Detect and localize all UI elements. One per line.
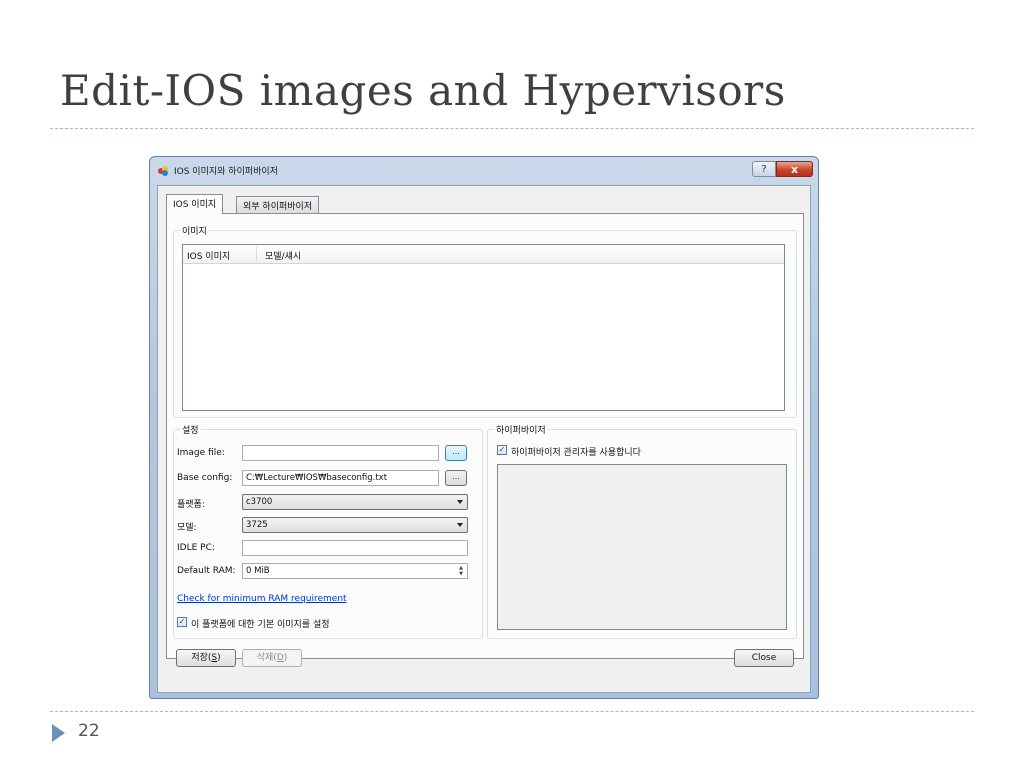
column-divider[interactable]	[256, 246, 257, 262]
base-config-input[interactable]: C:₩Lecture₩IOS₩baseconfig.txt	[242, 470, 439, 486]
help-button[interactable]: ?	[752, 161, 776, 177]
default-image-checkbox[interactable]: ✓	[177, 617, 187, 627]
spin-down-icon[interactable]: ▼	[456, 571, 466, 577]
image-file-browse-button[interactable]: ...	[445, 445, 467, 461]
image-file-label: Image file:	[177, 448, 225, 458]
close-button[interactable]: Close	[734, 649, 794, 667]
chevron-down-icon	[457, 523, 463, 527]
default-image-checkbox-label[interactable]: 이 플랫폼에 대한 기본 이미지를 설정	[191, 617, 330, 630]
title-bar[interactable]: IOS 이미지와 하이퍼바이저 ? x	[150, 157, 818, 183]
settings-group: 설정 Image file: ... Base config: C:₩Lectu…	[173, 423, 483, 639]
platform-value: c3700	[246, 497, 273, 507]
ios-hypervisor-dialog: IOS 이미지와 하이퍼바이저 ? x IOS 이미지 외부 하이퍼바이저 이미…	[149, 156, 819, 699]
chevron-down-icon	[457, 500, 463, 504]
images-group: 이미지 IOS 이미지 모델/섀시	[173, 224, 797, 418]
window-title: IOS 이미지와 하이퍼바이저	[174, 167, 278, 177]
save-button[interactable]: 저장(S)	[176, 649, 236, 667]
platform-label: 플랫폼:	[177, 500, 205, 510]
tab-external-hypervisors[interactable]: 외부 하이퍼바이저	[236, 196, 320, 213]
min-ram-link[interactable]: Check for minimum RAM requirement	[177, 594, 347, 604]
page-number: 22	[78, 721, 100, 741]
image-file-input[interactable]	[242, 445, 439, 461]
platform-select[interactable]: c3700	[242, 494, 468, 510]
tab-panel-ios-images: 이미지 IOS 이미지 모델/섀시 설정 Image file: ... Bas…	[166, 213, 804, 659]
idle-pc-label: IDLE PC:	[177, 543, 215, 553]
app-logo-icon	[158, 166, 168, 176]
hypervisor-list[interactable]	[497, 464, 787, 630]
hypervisor-manager-checkbox-label[interactable]: 하이퍼바이저 관리자를 사용합니다	[511, 445, 641, 458]
tab-ios-images[interactable]: IOS 이미지	[166, 194, 224, 214]
images-group-title: 이미지	[180, 224, 209, 237]
title-divider	[50, 128, 974, 129]
idle-pc-input[interactable]	[242, 540, 468, 556]
settings-group-title: 설정	[180, 423, 201, 436]
model-value: 3725	[246, 520, 268, 530]
list-header: IOS 이미지 모델/섀시	[183, 245, 784, 264]
window-close-button[interactable]: x	[776, 161, 813, 177]
model-select[interactable]: 3725	[242, 517, 468, 533]
spin-buttons[interactable]: ▲ ▼	[456, 565, 466, 577]
footer-divider	[50, 711, 974, 712]
default-ram-spinbox[interactable]: 0 MiB ▲ ▼	[242, 563, 468, 579]
default-ram-value: 0 MiB	[246, 566, 270, 576]
base-config-browse-button[interactable]: ...	[445, 470, 467, 486]
model-label: 모델:	[177, 523, 197, 533]
play-arrow-icon	[52, 724, 65, 742]
base-config-label: Base config:	[177, 473, 233, 483]
hypervisors-group: 하이퍼바이저 ✓ 하이퍼바이저 관리자를 사용합니다	[487, 423, 797, 639]
delete-button[interactable]: 삭제(D)	[242, 649, 302, 667]
column-ios-image[interactable]: IOS 이미지	[187, 249, 230, 262]
default-ram-label: Default RAM:	[177, 566, 236, 576]
hypervisor-manager-checkbox[interactable]: ✓	[497, 445, 507, 455]
hypervisors-group-title: 하이퍼바이저	[494, 423, 548, 436]
slide-title: Edit-IOS images and Hypervisors	[60, 66, 786, 115]
ios-image-list[interactable]: IOS 이미지 모델/섀시	[182, 244, 785, 411]
dialog-client-area: IOS 이미지 외부 하이퍼바이저 이미지 IOS 이미지 모델/섀시 설정 I…	[157, 185, 811, 693]
column-model-chassis[interactable]: 모델/섀시	[265, 249, 301, 262]
